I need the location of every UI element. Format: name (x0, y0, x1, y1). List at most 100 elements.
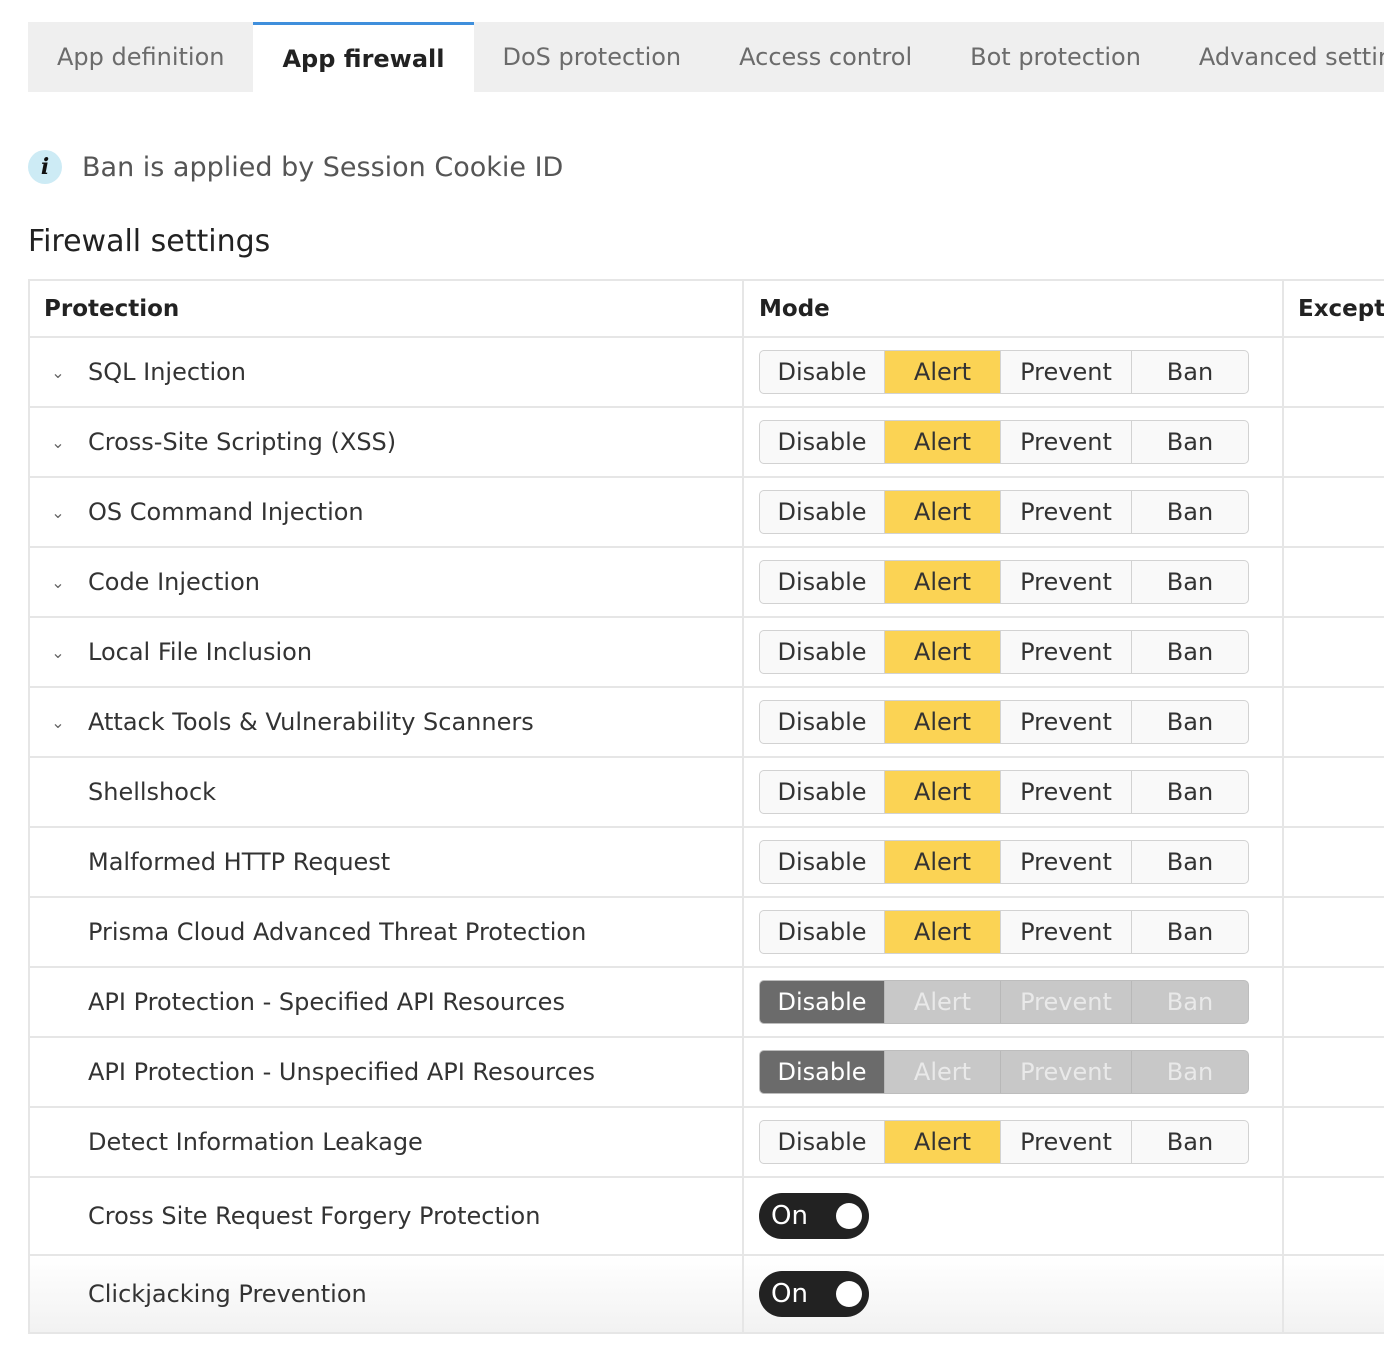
chevron-down-icon[interactable]: ⌄ (44, 433, 72, 452)
mode-option-prevent[interactable]: Prevent (1001, 1121, 1132, 1163)
protection-cell: Prisma Cloud Advanced Threat Protection (30, 898, 744, 966)
mode-cell: Disable Alert Prevent Ban (744, 618, 1284, 686)
mode-option-prevent[interactable]: Prevent (1001, 421, 1132, 463)
mode-selector[interactable]: Disable Alert Prevent Ban (759, 700, 1249, 744)
mode-option-disable[interactable]: Disable (760, 351, 885, 393)
exceptions-cell (1284, 828, 1384, 896)
mode-option-prevent[interactable]: Prevent (1001, 631, 1132, 673)
mode-option-disable[interactable]: Disable (760, 911, 885, 953)
protection-cell: ⌄ Attack Tools & Vulnerability Scanners (30, 688, 744, 756)
chevron-down-icon[interactable]: ⌄ (44, 363, 72, 382)
mode-selector[interactable]: Disable Alert Prevent Ban (759, 560, 1249, 604)
mode-selector[interactable]: Disable Alert Prevent Ban (759, 630, 1249, 674)
mode-selector[interactable]: Disable Alert Prevent Ban (759, 350, 1249, 394)
protection-cell: Cross Site Request Forgery Protection (30, 1178, 744, 1254)
chevron-down-icon[interactable]: ⌄ (44, 503, 72, 522)
mode-option-ban[interactable]: Ban (1132, 701, 1248, 743)
table-row: Clickjacking Prevention On (30, 1256, 1384, 1334)
mode-selector[interactable]: Disable Alert Prevent Ban (759, 1120, 1249, 1164)
mode-option-disable[interactable]: Disable (760, 631, 885, 673)
toggle-label: On (771, 1279, 808, 1309)
chevron-down-icon[interactable]: ⌄ (44, 713, 72, 732)
table-row: ⌄ Attack Tools & Vulnerability Scanners Di… (30, 688, 1384, 758)
mode-option-ban[interactable]: Ban (1132, 421, 1248, 463)
mode-selector[interactable]: Disable Alert Prevent Ban (759, 770, 1249, 814)
tab-dos-protection[interactable]: DoS protection (474, 22, 711, 92)
tab-bot-protection[interactable]: Bot protection (941, 22, 1170, 92)
mode-option-ban[interactable]: Ban (1132, 911, 1248, 953)
protection-cell: ⌄ Cross-Site Scripting (XSS) (30, 408, 744, 476)
mode-option-prevent[interactable]: Prevent (1001, 491, 1132, 533)
protection-cell: API Protection - Unspecified API Resourc… (30, 1038, 744, 1106)
mode-option-ban[interactable]: Ban (1132, 841, 1248, 883)
mode-option-alert[interactable]: Alert (885, 911, 1001, 953)
app-firewall-page: App definition App firewall DoS protecti… (0, 0, 1384, 1348)
tab-access-control[interactable]: Access control (710, 22, 941, 92)
on-off-toggle[interactable]: On (759, 1271, 869, 1317)
table-row: API Protection - Specified API Resources… (30, 968, 1384, 1038)
mode-option-disable[interactable]: Disable (760, 841, 885, 883)
exceptions-cell (1284, 338, 1384, 406)
mode-option-prevent[interactable]: Prevent (1001, 701, 1132, 743)
table-row: Detect Information Leakage Disable Alert Pr… (30, 1108, 1384, 1178)
protection-cell: API Protection - Specified API Resources (30, 968, 744, 1036)
protection-label: Clickjacking Prevention (88, 1280, 367, 1308)
mode-option-alert[interactable]: Alert (885, 561, 1001, 603)
on-off-toggle[interactable]: On (759, 1193, 869, 1239)
mode-option-alert[interactable]: Alert (885, 491, 1001, 533)
table-row: ⌄ SQL Injection Disable Alert Prevent Ban (30, 338, 1384, 408)
exceptions-cell (1284, 408, 1384, 476)
mode-option-prevent[interactable]: Prevent (1001, 841, 1132, 883)
mode-option-alert[interactable]: Alert (885, 421, 1001, 463)
exceptions-cell (1284, 1178, 1384, 1254)
mode-option-alert[interactable]: Alert (885, 631, 1001, 673)
info-text: Ban is applied by Session Cookie ID (82, 151, 564, 183)
mode-option-ban[interactable]: Ban (1132, 771, 1248, 813)
table-row: ⌄ Cross-Site Scripting (XSS) Disable Alert P… (30, 408, 1384, 478)
exceptions-cell (1284, 758, 1384, 826)
table-row: Malformed HTTP Request Disable Alert Preven… (30, 828, 1384, 898)
chevron-down-icon[interactable]: ⌄ (44, 573, 72, 592)
table-row: ⌄ OS Command Injection Disable Alert Prevent… (30, 478, 1384, 548)
mode-option-alert[interactable]: Alert (885, 1121, 1001, 1163)
protection-label: OS Command Injection (88, 498, 364, 526)
mode-selector[interactable]: Disable Alert Prevent Ban (759, 490, 1249, 534)
exceptions-cell (1284, 1256, 1384, 1332)
mode-option-ban[interactable]: Ban (1132, 491, 1248, 533)
header-mode: Mode (744, 281, 1284, 336)
mode-option-alert[interactable]: Alert (885, 701, 1001, 743)
mode-option-ban[interactable]: Ban (1132, 561, 1248, 603)
tab-app-firewall[interactable]: App firewall (253, 22, 474, 92)
mode-option-disable[interactable]: Disable (760, 491, 885, 533)
mode-option-ban[interactable]: Ban (1132, 351, 1248, 393)
toggle-knob (836, 1203, 862, 1229)
mode-option-disable[interactable]: Disable (760, 561, 885, 603)
mode-option-disable[interactable]: Disable (760, 1121, 885, 1163)
exceptions-cell (1284, 548, 1384, 616)
mode-option-prevent[interactable]: Prevent (1001, 771, 1132, 813)
mode-option-prevent[interactable]: Prevent (1001, 911, 1132, 953)
mode-option-ban[interactable]: Ban (1132, 1121, 1248, 1163)
mode-selector[interactable]: Disable Alert Prevent Ban (759, 910, 1249, 954)
exceptions-cell (1284, 1038, 1384, 1106)
mode-option-prevent[interactable]: Prevent (1001, 351, 1132, 393)
protection-label: Code Injection (88, 568, 260, 596)
mode-option-disable[interactable]: Disable (760, 421, 885, 463)
mode-option-disable[interactable]: Disable (760, 701, 885, 743)
mode-option-alert[interactable]: Alert (885, 351, 1001, 393)
mode-option-ban[interactable]: Ban (1132, 631, 1248, 673)
chevron-down-icon[interactable]: ⌄ (44, 643, 72, 662)
table-row: API Protection - Unspecified API Resourc… (30, 1038, 1384, 1108)
tab-advanced-settings[interactable]: Advanced settings (1170, 22, 1384, 92)
exceptions-cell (1284, 898, 1384, 966)
mode-selector[interactable]: Disable Alert Prevent Ban (759, 840, 1249, 884)
mode-cell: Disable Alert Prevent Ban (744, 338, 1284, 406)
mode-selector[interactable]: Disable Alert Prevent Ban (759, 420, 1249, 464)
mode-option-disable[interactable]: Disable (760, 771, 885, 813)
protection-cell: Clickjacking Prevention (30, 1256, 744, 1332)
tab-app-definition[interactable]: App definition (28, 22, 253, 92)
tab-bar: App definition App firewall DoS protecti… (28, 22, 1384, 92)
mode-option-alert[interactable]: Alert (885, 841, 1001, 883)
mode-option-prevent[interactable]: Prevent (1001, 561, 1132, 603)
mode-option-alert[interactable]: Alert (885, 771, 1001, 813)
